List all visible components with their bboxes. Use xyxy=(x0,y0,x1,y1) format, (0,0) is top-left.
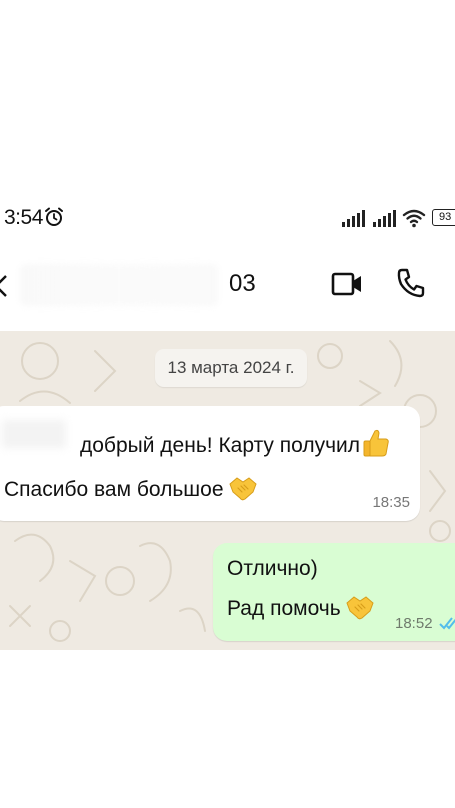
battery-icon: 93 xyxy=(432,209,455,226)
chat-header: 03 xyxy=(0,250,455,320)
signal-icon xyxy=(373,210,396,227)
status-time: 3:54 xyxy=(4,206,43,229)
alarm-icon xyxy=(45,207,63,226)
message-text: Отлично) xyxy=(227,557,318,580)
incoming-message[interactable]: добрый день! Карту получил Спасибо вам б… xyxy=(0,406,420,521)
message-text: Спасибо вам большое xyxy=(4,478,224,501)
screen: 3:54 93 03 13 марта 2024 г. добрый день!… xyxy=(0,0,455,808)
message-text-line: добрый день! Карту получил xyxy=(80,428,390,458)
outgoing-message[interactable]: Отлично) Рад помочь 18:52 xyxy=(213,543,455,641)
message-text-line: Отлично) xyxy=(227,557,318,581)
contact-avatar-redacted[interactable] xyxy=(20,264,218,306)
message-text: Рад помочь xyxy=(227,597,341,620)
video-call-icon[interactable] xyxy=(331,270,363,298)
wifi-icon xyxy=(402,209,426,228)
thumbs-up-icon xyxy=(363,429,389,457)
back-arrow-icon[interactable] xyxy=(0,274,8,298)
signal-icon xyxy=(342,210,365,227)
voice-call-icon[interactable] xyxy=(396,267,426,299)
redacted-text xyxy=(2,420,66,448)
message-text-line: Рад помочь xyxy=(227,593,375,621)
handshake-icon xyxy=(228,477,257,501)
chat-area[interactable]: 13 марта 2024 г. добрый день! Карту полу… xyxy=(0,331,455,650)
status-bar: 3:54 93 xyxy=(0,200,455,236)
battery-level: 93 xyxy=(439,211,452,223)
contact-name[interactable]: 03 xyxy=(229,270,256,298)
message-text: добрый день! Карту получил xyxy=(80,434,361,457)
message-time: 18:35 xyxy=(372,494,410,511)
message-text-line: Спасибо вам большое xyxy=(4,474,258,502)
message-time: 18:52 xyxy=(395,615,433,632)
handshake-icon xyxy=(346,596,374,620)
date-separator: 13 марта 2024 г. xyxy=(155,349,307,387)
read-ticks-icon xyxy=(439,617,455,630)
